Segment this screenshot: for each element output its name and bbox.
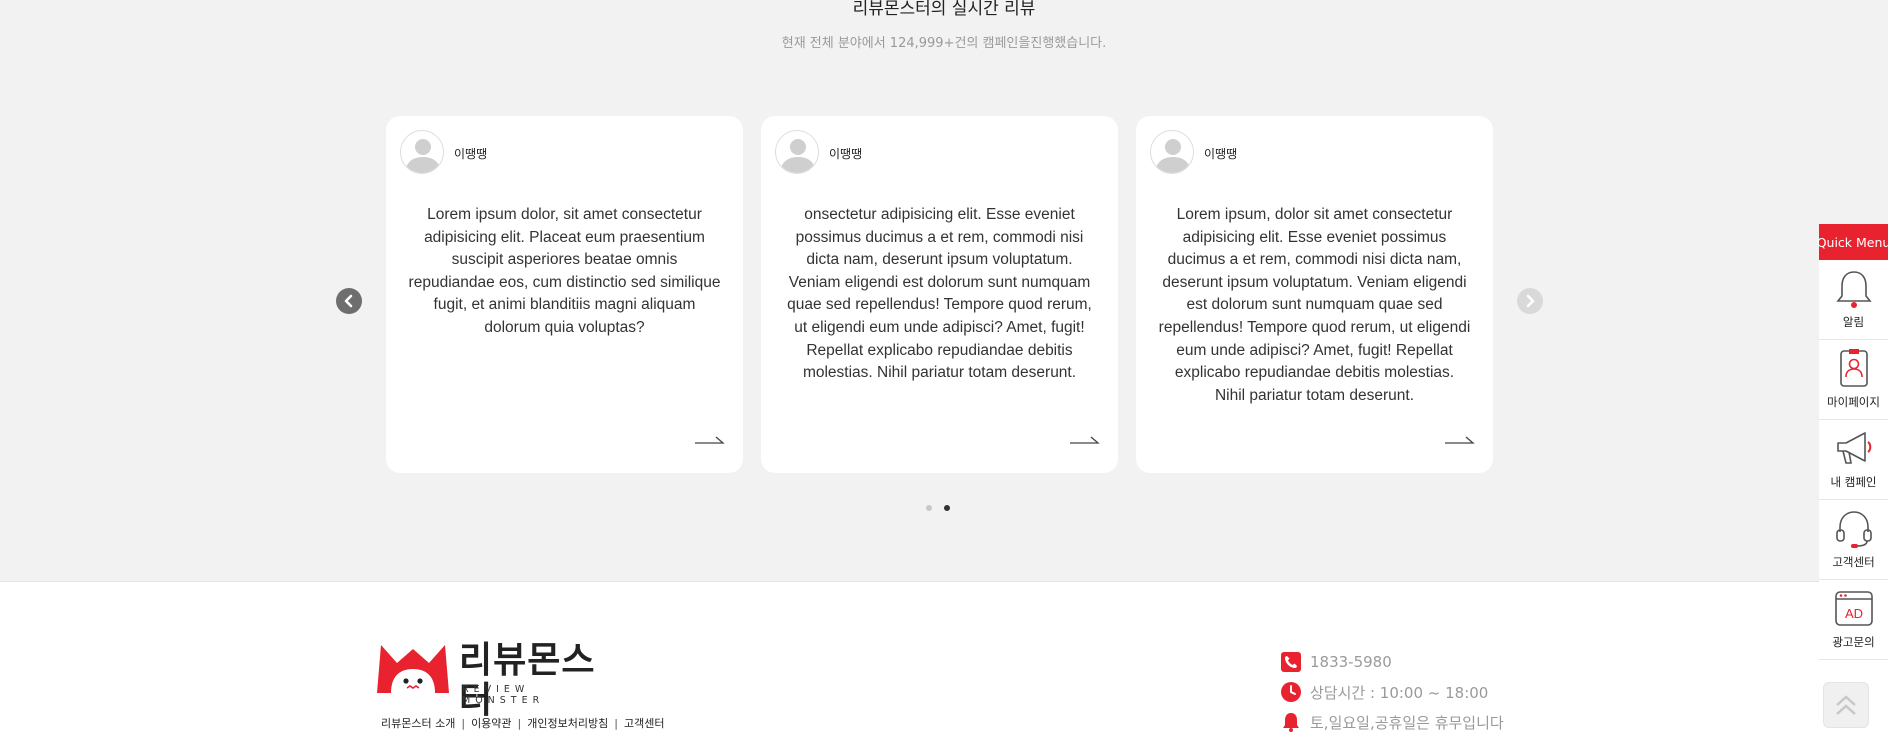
headset-icon: [1835, 511, 1872, 548]
user-icon: [405, 139, 441, 173]
quick-menu-label: 마이페이지: [1827, 395, 1880, 409]
arrow-right-icon[interactable]: [695, 434, 725, 446]
svg-text:AD: AD: [1844, 606, 1862, 621]
double-chevron-up-icon: [1836, 695, 1856, 715]
quick-menu-label: 알림: [1842, 315, 1865, 329]
footer-link-support[interactable]: 고객센터: [624, 715, 664, 731]
quick-menu-item-support[interactable]: 고객센터: [1819, 500, 1888, 580]
footer: 리뷰몬스터 REVIEW MONSTER 리뷰몬스터 소개 | 이용약관 | 개…: [0, 581, 1888, 746]
quick-menu: Quick Menu 알림 마이페이지 내 캠페인 고객센터 AD 광고문의: [1817, 224, 1888, 660]
mypage-icon: [1839, 349, 1868, 387]
review-text: Lorem ipsum dolor, sit amet consectetur …: [408, 206, 721, 336]
contact-holiday: 토,일요일,공휴일은 휴무입니다: [1280, 707, 1504, 737]
contact-phone: 1833-5980: [1280, 647, 1504, 677]
logo-subtitle: REVIEW MONSTER: [462, 684, 545, 706]
clock-icon: [1280, 681, 1302, 703]
avatar: [775, 130, 819, 174]
arrow-right-icon[interactable]: [1445, 434, 1475, 446]
user-icon: [780, 139, 816, 173]
megaphone-icon: [1836, 432, 1871, 464]
phone-number: 1833-5980: [1310, 653, 1392, 671]
phone-icon: [1280, 651, 1302, 673]
bell-icon: [1835, 271, 1872, 308]
quick-menu-label: 광고문의: [1832, 635, 1875, 649]
business-hours: 상담시간 : 10:00 ~ 18:00: [1310, 683, 1489, 702]
review-section: 리뷰몬스터의 실시간 리뷰 현재 전체 분야에서 124,999+건의 캠페인을…: [0, 0, 1888, 581]
holiday-notice: 토,일요일,공휴일은 휴무입니다: [1310, 713, 1504, 732]
scroll-to-top-button[interactable]: [1823, 682, 1869, 728]
avatar: [400, 130, 444, 174]
logo-name: 리뷰몬스터: [459, 640, 596, 721]
divider: |: [461, 716, 466, 730]
section-subtitle: 현재 전체 분야에서 124,999+건의 캠페인을진행했습니다.: [781, 36, 1107, 51]
arrow-right-icon[interactable]: [1070, 434, 1100, 446]
footer-link-about[interactable]: 리뷰몬스터 소개: [381, 715, 455, 731]
review-card[interactable]: 이땡땡 Lorem ipsum, dolor sit amet consecte…: [1136, 116, 1493, 473]
footer-link-privacy[interactable]: 개인정보처리방침: [527, 715, 608, 731]
contact-info: 1833-5980 상담시간 : 10:00 ~ 18:00 토,일요일,공휴일…: [1280, 647, 1504, 737]
review-card[interactable]: 이땡땡 Lorem ipsum dolor, sit amet consecte…: [386, 116, 743, 473]
reviewer-name: 이땡땡: [454, 147, 488, 161]
bell-icon: [1280, 711, 1302, 733]
review-text: onsectetur adipisicing elit. Esse evenie…: [787, 206, 1092, 382]
review-card[interactable]: 이땡땡 onsectetur adipisicing elit. Esse ev…: [761, 116, 1118, 473]
review-text: Lorem ipsum, dolor sit amet consectetur …: [1158, 206, 1471, 404]
quick-menu-label: 고객센터: [1832, 555, 1875, 569]
quick-menu-label: 내 캠페인: [1830, 475, 1877, 489]
pagination-dot[interactable]: [926, 505, 932, 511]
monster-logo-icon: [377, 645, 449, 693]
avatar: [1150, 130, 1194, 174]
slider-pagination: [926, 505, 950, 511]
quick-menu-item-my-campaign[interactable]: 내 캠페인: [1819, 420, 1888, 500]
quick-menu-item-mypage[interactable]: 마이페이지: [1819, 340, 1888, 420]
slider-next-button[interactable]: [1517, 288, 1543, 314]
divider: |: [614, 716, 618, 730]
section-title: 리뷰몬스터의 실시간 리뷰: [852, 0, 1036, 19]
reviewer-name: 이땡땡: [829, 147, 863, 161]
footer-link-terms[interactable]: 이용약관: [471, 715, 511, 731]
quick-menu-title: Quick Menu: [1817, 224, 1888, 260]
divider: |: [517, 716, 522, 730]
user-icon: [1155, 139, 1191, 173]
footer-links: 리뷰몬스터 소개 | 이용약관 | 개인정보처리방침 | 고객센터: [381, 715, 664, 731]
slider-prev-button[interactable]: [336, 288, 362, 314]
logo[interactable]: 리뷰몬스터 REVIEW MONSTER: [377, 641, 617, 721]
reviewer-name: 이땡땡: [1204, 147, 1238, 161]
pagination-dot-active[interactable]: [944, 505, 950, 511]
chevron-left-icon: [344, 294, 353, 308]
chevron-right-icon: [1526, 294, 1535, 308]
contact-hours: 상담시간 : 10:00 ~ 18:00: [1280, 677, 1504, 707]
quick-menu-item-notification[interactable]: 알림: [1819, 260, 1888, 340]
ad-icon: AD: [1834, 591, 1873, 626]
quick-menu-item-ad-inquiry[interactable]: AD 광고문의: [1819, 580, 1888, 660]
